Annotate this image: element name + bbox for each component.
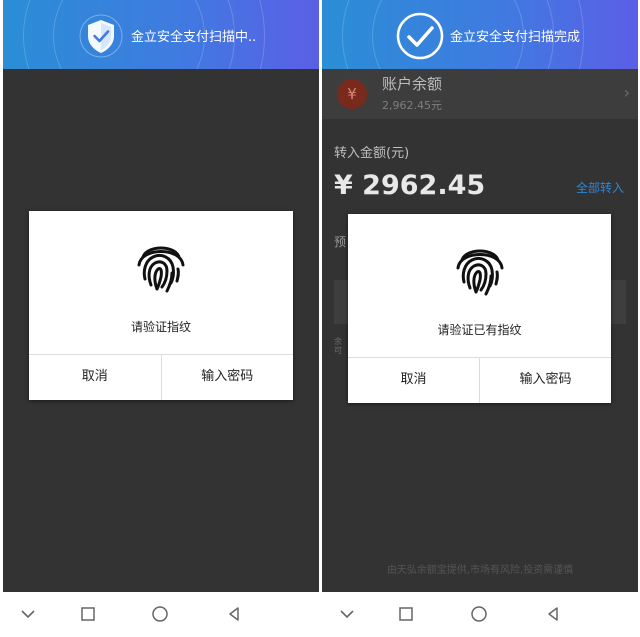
- transfer-all-link[interactable]: 全部转入: [576, 179, 624, 196]
- account-balance: 2,962.45元: [382, 99, 442, 112]
- yuan-icon: ¥: [337, 79, 367, 109]
- back-triangle-icon[interactable]: [224, 604, 244, 624]
- cancel-button[interactable]: 取消: [29, 355, 161, 400]
- check-circle-icon: [396, 12, 444, 60]
- banner-status-text: 金立安全支付扫描完成: [450, 30, 581, 45]
- right-phone-screen: 金立安全支付扫描完成 ¥ 账户余额 2,962.45元 › 转入金额(元) ¥ …: [322, 0, 638, 592]
- verify-existing-fingerprint-prompt: 请验证已有指纹: [437, 323, 522, 337]
- transfer-amount-label: 转入金额(元): [334, 146, 410, 161]
- system-navigation-bar: [0, 592, 640, 637]
- scan-banner: 金立安全支付扫描完成: [322, 0, 638, 69]
- recents-square-icon[interactable]: [396, 604, 416, 624]
- risk-disclaimer: 由天弘余额宝提供,市场有风险,投资需谨慎: [386, 565, 574, 576]
- enter-password-button[interactable]: 输入密码: [479, 358, 611, 403]
- obscured-note: 余 可: [334, 337, 342, 355]
- verify-fingerprint-prompt: 请验证指纹: [130, 320, 191, 334]
- account-balance-row[interactable]: ¥ 账户余额 2,962.45元 ›: [322, 69, 638, 119]
- back-triangle-icon[interactable]: [543, 604, 563, 624]
- back-chevron-icon[interactable]: [337, 604, 357, 624]
- transfer-amount-value: ¥ 2962.45: [334, 170, 486, 201]
- dialog-button-row: 取消 输入密码: [29, 354, 293, 400]
- fingerprint-icon: [450, 238, 510, 298]
- dialog-button-row: 取消 输入密码: [348, 357, 611, 403]
- obscured-label: 预: [334, 235, 347, 249]
- back-chevron-icon[interactable]: [18, 604, 38, 624]
- fingerprint-icon: [131, 235, 191, 295]
- account-title: 账户余额: [382, 75, 443, 93]
- fingerprint-dialog: 请验证已有指纹 取消 输入密码: [348, 214, 611, 403]
- left-phone-screen: 金立安全支付扫描中.. 请验证指纹 取消 输入密码: [3, 0, 319, 592]
- recents-square-icon[interactable]: [78, 604, 98, 624]
- fingerprint-dialog: 请验证指纹 取消 输入密码: [29, 211, 293, 400]
- banner-status-text: 金立安全支付扫描中..: [131, 30, 257, 45]
- cancel-button[interactable]: 取消: [348, 358, 479, 403]
- home-circle-icon[interactable]: [150, 604, 170, 624]
- enter-password-button[interactable]: 输入密码: [160, 355, 294, 400]
- chevron-right-icon: ›: [623, 83, 630, 102]
- scan-banner: 金立安全支付扫描中..: [3, 0, 319, 69]
- home-circle-icon[interactable]: [469, 604, 489, 624]
- shield-check-icon: [79, 14, 123, 58]
